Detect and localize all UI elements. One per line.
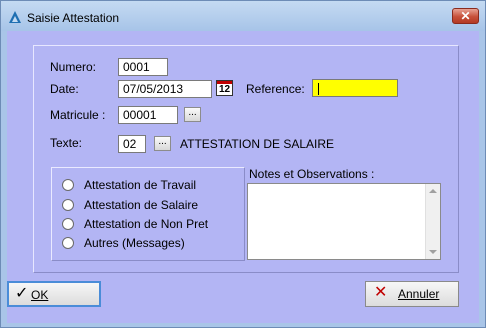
radio-button[interactable] (62, 199, 74, 211)
ok-label: OK (31, 288, 49, 302)
scroll-down-arrow-icon[interactable] (429, 250, 437, 254)
date-label: Date: (50, 82, 79, 96)
notes-textarea[interactable] (247, 183, 441, 260)
title-bar[interactable]: Saisie Attestation ✕ (1, 1, 485, 31)
radio-button[interactable] (62, 179, 74, 191)
date-field[interactable]: 07/05/2013 (118, 80, 212, 98)
notes-scrollbar[interactable] (425, 184, 440, 259)
texte-label: Texte: (50, 136, 83, 150)
cancel-label: Annuler (398, 287, 440, 301)
scroll-up-arrow-icon[interactable] (429, 189, 437, 193)
dialog-body: Numero: 0001 Date: 07/05/2013 12 Referen… (7, 31, 479, 323)
radio-label: Attestation de Travail (84, 178, 197, 192)
matricule-field[interactable]: 00001 (118, 106, 178, 124)
reference-label: Reference: (246, 82, 305, 96)
texte-browse-button[interactable]: ... (154, 136, 171, 151)
calendar-icon[interactable]: 12 (216, 80, 233, 96)
texte-description: ATTESTATION DE SALAIRE (180, 137, 335, 151)
ok-button[interactable]: ✓ OK (7, 281, 101, 307)
numero-label: Numero: (50, 60, 97, 74)
text-caret (318, 82, 319, 95)
radio-label: Autres (Messages) (84, 236, 185, 250)
texte-field[interactable]: 02 (118, 135, 146, 153)
close-button[interactable]: ✕ (452, 8, 479, 24)
cancel-x-icon: ✕ (374, 284, 388, 301)
attestation-type-group: Attestation de Travail Attestation de Sa… (51, 167, 245, 261)
calendar-text: 12 (218, 84, 231, 95)
matricule-browse-button[interactable]: ... (184, 107, 201, 122)
app-logo-icon (9, 11, 21, 23)
dialog-window: Saisie Attestation ✕ Numero: 0001 Date: … (0, 0, 486, 328)
notes-label: Notes et Observations : (249, 167, 375, 181)
radio-label: Attestation de Non Pret (84, 217, 209, 231)
radio-label: Attestation de Salaire (84, 198, 199, 212)
radio-button[interactable] (62, 218, 74, 230)
reference-field[interactable] (312, 79, 398, 97)
radio-button[interactable] (62, 237, 74, 249)
window-title: Saisie Attestation (27, 11, 120, 25)
numero-field[interactable]: 0001 (118, 58, 168, 76)
checkmark-icon: ✓ (15, 285, 29, 302)
matricule-label: Matricule : (50, 108, 106, 122)
cancel-button[interactable]: ✕ Annuler (365, 281, 459, 307)
